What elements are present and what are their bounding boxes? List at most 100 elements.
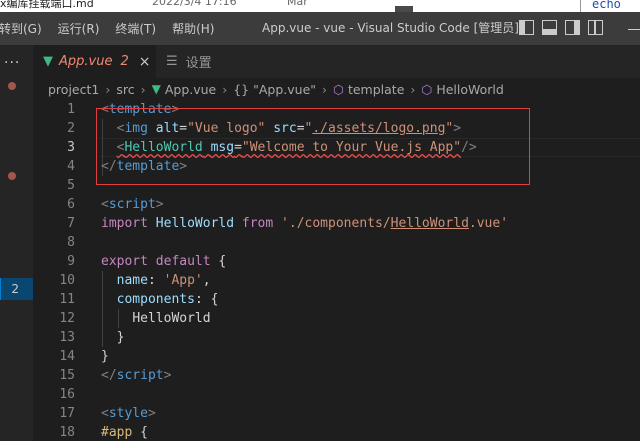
token: './components/ [281, 216, 391, 231]
token: HelloWorld [390, 216, 469, 231]
background-modified-label: Mar [287, 0, 308, 8]
editor-tabs: ▼ App.vue 2 × ☰ 设置 [33, 45, 640, 78]
menu-run[interactable]: 运行(R) [58, 20, 100, 37]
element-icon: ⬡ [421, 81, 433, 97]
line-number: 11 [59, 292, 75, 307]
vue-file-icon: ▼ [151, 82, 161, 96]
line-number: 7 [67, 216, 75, 231]
toggle-primary-sidebar-icon[interactable] [519, 20, 534, 35]
line-number: 14 [59, 349, 75, 364]
tab-problem-count: 2 [120, 54, 129, 69]
line-number: 12 [59, 311, 75, 326]
breadcrumb-file[interactable]: App.vue [165, 82, 216, 97]
breadcrumb-project[interactable]: project1 [48, 82, 99, 97]
more-actions-icon[interactable]: ... [4, 51, 20, 67]
token: { [218, 254, 227, 269]
token: style [108, 406, 148, 421]
code-line: name: 'App', [101, 271, 211, 290]
background-divider [580, 0, 581, 12]
element-icon: ⬡ [333, 81, 344, 97]
token: name [116, 273, 148, 288]
token: .vue' [468, 216, 509, 231]
menu-bar: 转到(G) 运行(R) 终端(T) 帮助(H) [0, 12, 230, 45]
code-line: HelloWorld [101, 309, 211, 328]
layout-controls [519, 20, 603, 35]
code-line: import HelloWorld from './components/Hel… [101, 214, 508, 233]
token: > [163, 368, 172, 383]
line-number: 18 [59, 425, 75, 440]
line-number: 1 [67, 102, 75, 117]
line-number: 8 [67, 235, 75, 250]
line-number: 3 [67, 140, 75, 155]
background-file-name: x编库挂载端口.md [0, 0, 94, 10]
token: 'App' [163, 273, 203, 288]
toggle-secondary-sidebar-icon[interactable] [565, 20, 580, 35]
breadcrumb-template[interactable]: template [348, 82, 404, 97]
token: components [116, 292, 195, 307]
token: : [147, 273, 156, 288]
line-number: 10 [59, 273, 75, 288]
tab-label: App.vue [59, 54, 113, 69]
token: : { [194, 292, 219, 307]
line-number: 6 [67, 197, 75, 212]
background-window: x编库挂载端口.md 2022/3/4 17:16 Mar echo [0, 0, 640, 12]
line-number: 9 [67, 254, 75, 269]
tab-settings[interactable]: ☰ 设置 [156, 45, 222, 78]
breadcrumb-src[interactable]: src [116, 82, 134, 97]
code-line: <script> [101, 195, 164, 214]
toggle-panel-icon[interactable] [542, 20, 557, 35]
token: default [155, 254, 211, 269]
line-number: 5 [67, 178, 75, 193]
explorer-selected-item[interactable]: 2 [0, 278, 33, 300]
minimize-button[interactable] [620, 12, 640, 45]
highlight-annotation-box [96, 108, 530, 185]
token: > [147, 406, 156, 421]
code-line: #app { [101, 423, 148, 441]
token: } [116, 330, 125, 345]
customize-layout-icon[interactable] [588, 20, 603, 35]
code-line: </script> [101, 366, 171, 385]
breadcrumb-helloworld[interactable]: HelloWorld [436, 82, 504, 97]
token: from [241, 216, 274, 231]
token: > [155, 197, 164, 212]
token: HelloWorld [132, 311, 211, 326]
chevron-right-icon: › [140, 81, 146, 97]
line-number: 2 [67, 121, 75, 136]
line-number: 15 [59, 368, 75, 383]
line-number: 4 [67, 159, 75, 174]
tab-label: 设置 [185, 56, 212, 71]
background-terminal-text: echo [592, 0, 621, 11]
code-line: components: { [101, 290, 219, 309]
menu-goto[interactable]: 转到(G) [0, 20, 42, 37]
problems-count-badge: 2 [11, 282, 19, 296]
settings-icon: ☰ [166, 54, 178, 69]
chevron-right-icon: › [222, 81, 228, 97]
token: #app [101, 425, 133, 440]
line-number: 13 [59, 330, 75, 345]
menu-help[interactable]: 帮助(H) [172, 20, 214, 37]
close-icon[interactable]: × [139, 54, 151, 70]
code-line: <style> [101, 404, 156, 423]
modified-dot-icon [8, 172, 16, 180]
token: import [101, 216, 148, 231]
menu-terminal[interactable]: 终端(T) [115, 20, 156, 37]
vue-file-icon: ▼ [43, 54, 53, 69]
code-line: export default { [101, 252, 226, 271]
token: < [101, 197, 109, 212]
code-editor[interactable]: 1 2 3 4 5 6 7 8 9 10 11 12 13 14 15 16 1… [33, 100, 640, 441]
chevron-right-icon: › [410, 81, 416, 97]
chevron-right-icon: › [105, 81, 111, 97]
token: , [202, 273, 211, 288]
tab-app-vue[interactable]: ▼ App.vue 2 × [33, 45, 156, 78]
token: </ [101, 368, 117, 383]
token: } [101, 349, 109, 364]
breadcrumb-module[interactable]: {} "App.vue" [233, 82, 316, 97]
token: script [116, 368, 164, 383]
token: { [140, 425, 148, 440]
chevron-right-icon: › [322, 81, 328, 97]
line-number: 17 [59, 406, 75, 421]
breadcrumb: project1 › src › ▼ App.vue › {} "App.vue… [33, 78, 640, 100]
explorer-panel: ... 2 [0, 45, 33, 441]
token: export [101, 254, 148, 269]
code-line: } [101, 328, 125, 347]
